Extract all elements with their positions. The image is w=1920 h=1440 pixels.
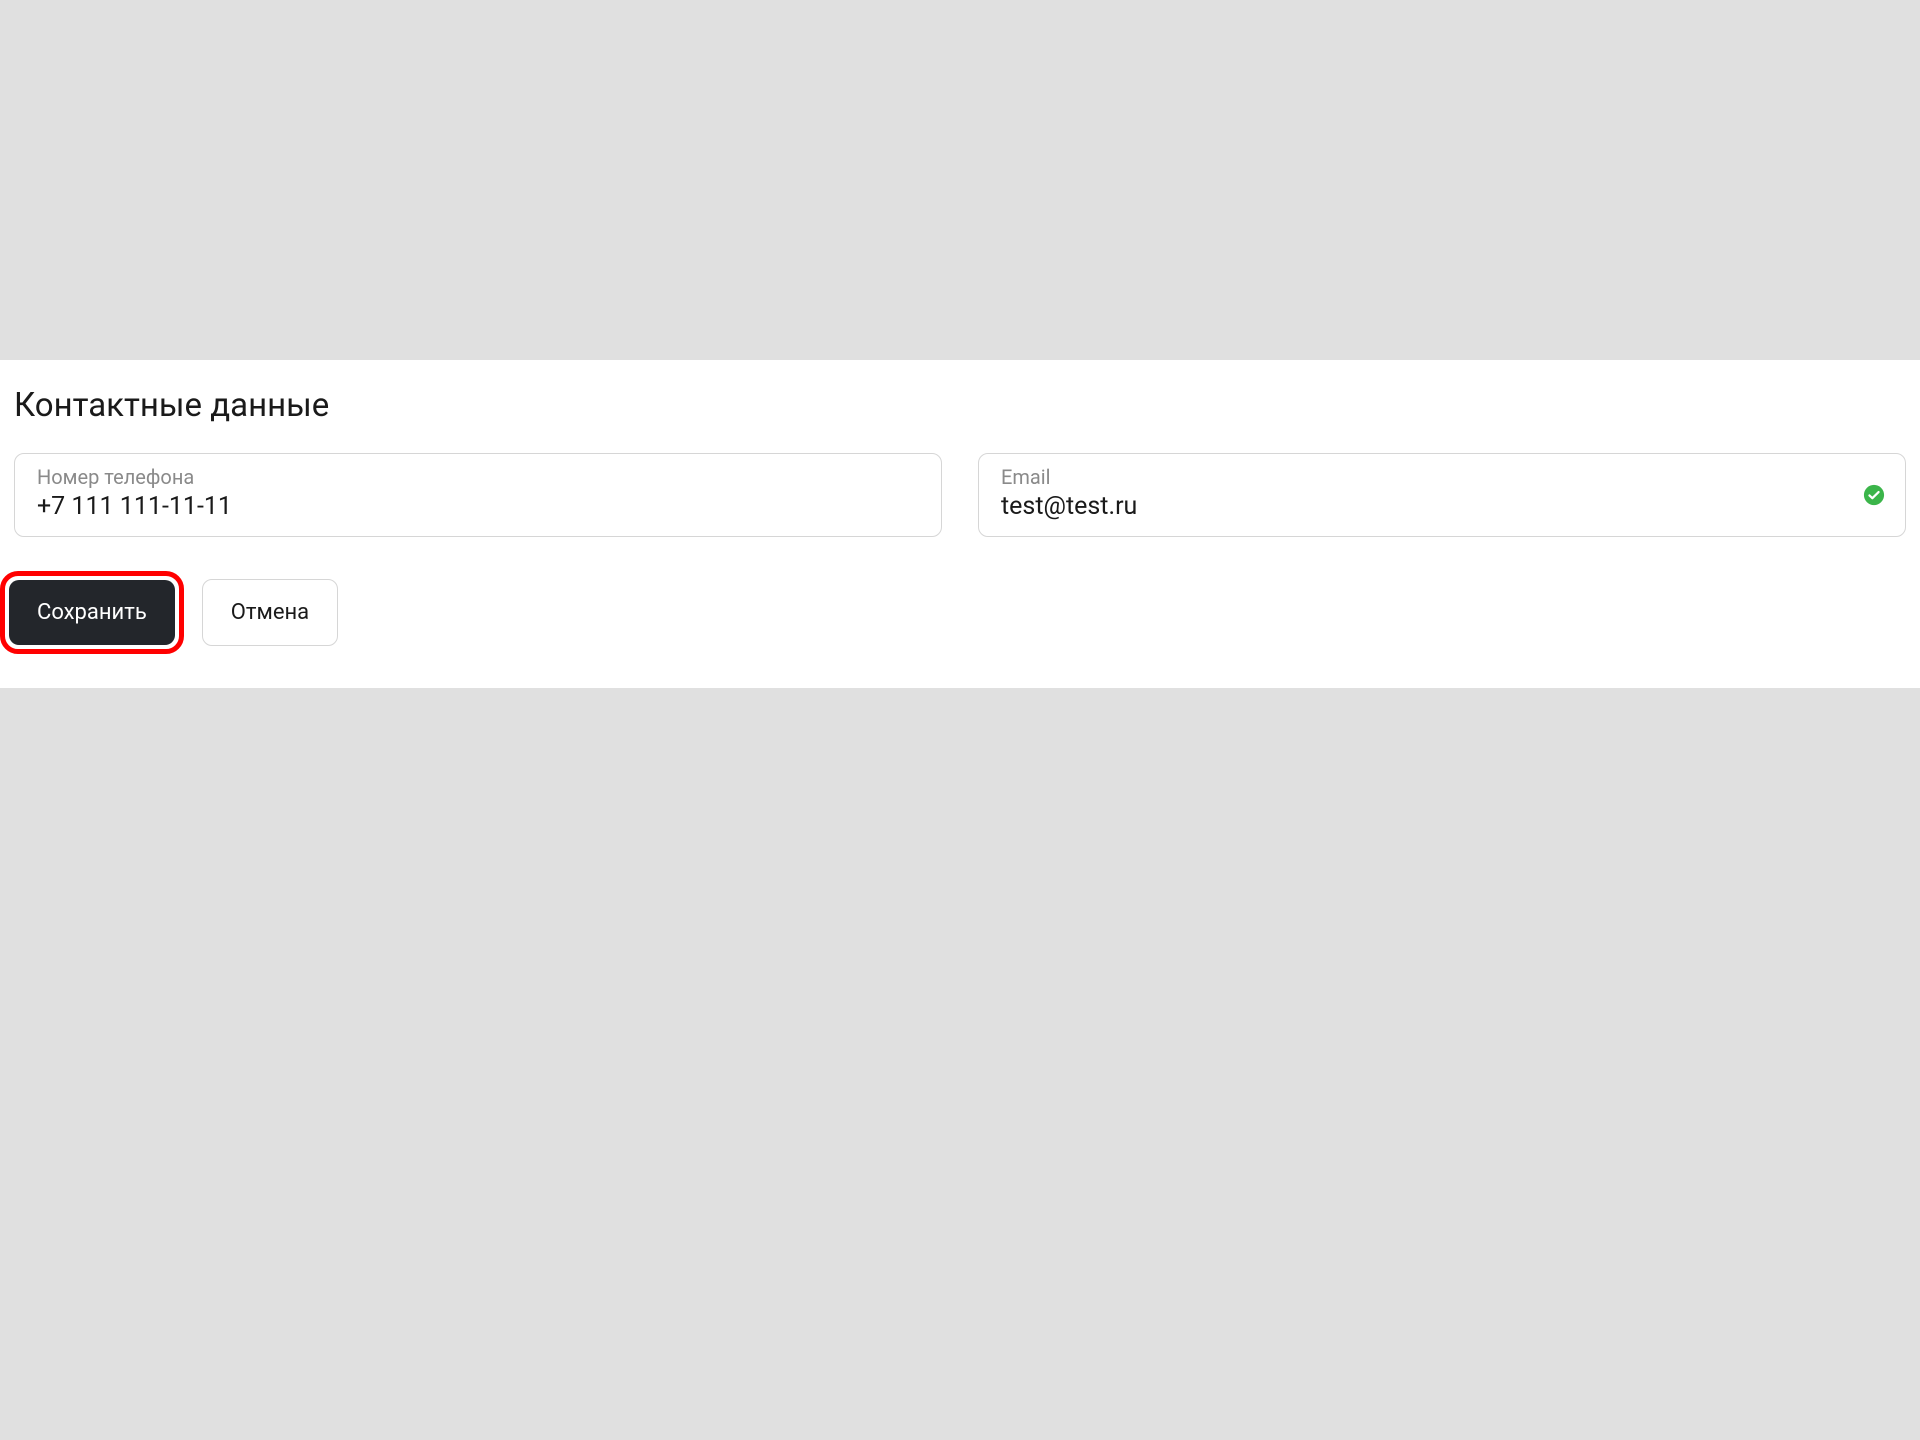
phone-input[interactable] bbox=[37, 490, 919, 524]
email-input-group[interactable]: Email bbox=[978, 453, 1906, 537]
phone-input-group[interactable]: Номер телефона bbox=[14, 453, 942, 537]
email-input[interactable] bbox=[1001, 490, 1883, 524]
contact-data-panel: Контактные данные Номер телефона Email С… bbox=[0, 360, 1920, 688]
actions-row: Сохранить Отмена bbox=[0, 571, 1906, 654]
save-button-highlight: Сохранить bbox=[0, 571, 184, 654]
cancel-button[interactable]: Отмена bbox=[202, 579, 338, 646]
section-title: Контактные данные bbox=[14, 386, 1906, 425]
fields-row: Номер телефона Email bbox=[14, 453, 1906, 537]
checkmark-circle-icon bbox=[1863, 484, 1885, 506]
phone-label: Номер телефона bbox=[37, 464, 919, 490]
save-button[interactable]: Сохранить bbox=[9, 580, 175, 645]
email-label: Email bbox=[1001, 464, 1883, 490]
